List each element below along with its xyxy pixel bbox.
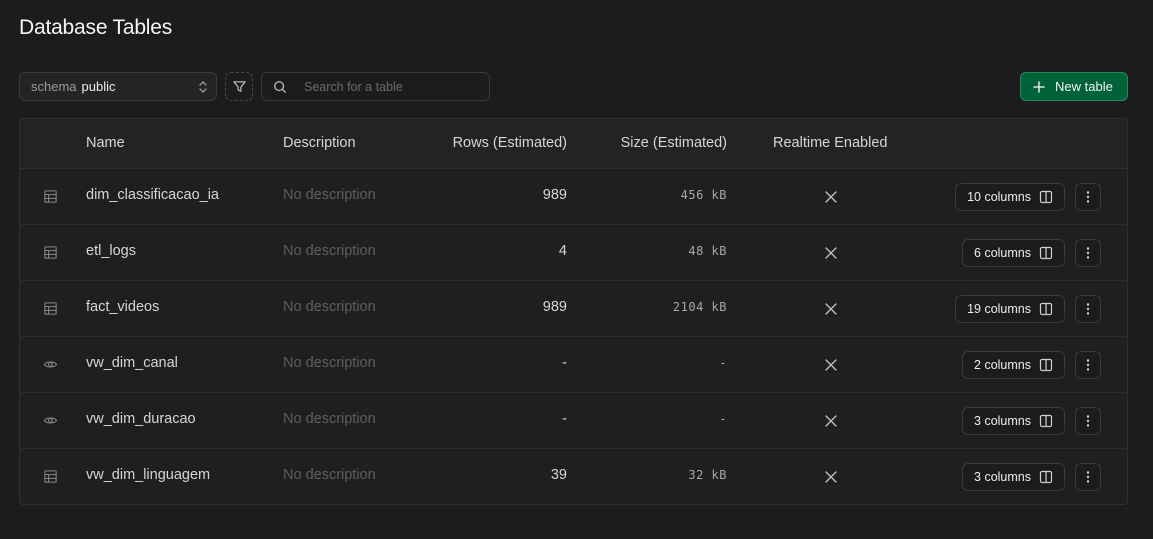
search-icon <box>274 80 286 93</box>
more-vertical-icon <box>1086 358 1090 372</box>
more-vertical-icon <box>1086 470 1090 484</box>
columns-count: 6 columns <box>974 246 1031 260</box>
schema-value: public <box>81 79 116 94</box>
table-row[interactable]: fact_videos No description 989 2104 kB 1… <box>20 281 1127 337</box>
table-size-estimate: 48 kB <box>688 244 727 258</box>
more-actions-button[interactable] <box>1075 351 1101 379</box>
table-rows-estimate: 989 <box>542 187 567 203</box>
columns-count: 3 columns <box>974 414 1031 428</box>
view-columns-button[interactable]: 2 columns <box>962 351 1065 379</box>
table-description: No description <box>283 243 376 259</box>
more-vertical-icon <box>1086 414 1090 428</box>
columns-icon <box>1039 358 1053 372</box>
table-name[interactable]: etl_logs <box>86 243 136 259</box>
search-field[interactable] <box>261 72 490 101</box>
new-table-button[interactable]: New table <box>1020 72 1128 101</box>
table-icon <box>43 189 58 204</box>
view-columns-button[interactable]: 19 columns <box>955 295 1065 323</box>
table-description: No description <box>283 355 376 371</box>
header-realtime[interactable]: Realtime Enabled <box>773 135 887 151</box>
table-description: No description <box>283 411 376 427</box>
more-actions-button[interactable] <box>1075 463 1101 491</box>
table-description: No description <box>283 467 376 483</box>
chevron-up-down-icon <box>199 81 207 93</box>
realtime-disabled-icon <box>824 302 838 316</box>
view-columns-button[interactable]: 6 columns <box>962 239 1065 267</box>
table-row[interactable]: vw_dim_canal No description - - 2 column… <box>20 337 1127 393</box>
filter-icon <box>232 81 246 92</box>
table-rows-estimate: 4 <box>558 243 567 259</box>
columns-icon <box>1039 470 1053 484</box>
columns-count: 19 columns <box>967 302 1031 316</box>
header-rows[interactable]: Rows (Estimated) <box>453 135 567 151</box>
table-description: No description <box>283 299 376 315</box>
columns-icon <box>1039 190 1053 204</box>
table-row[interactable]: dim_classificacao_ia No description 989 … <box>20 169 1127 225</box>
tables-list: Name Description Rows (Estimated) Size (… <box>19 118 1128 505</box>
table-size-estimate: 456 kB <box>680 188 727 202</box>
table-name[interactable]: vw_dim_duracao <box>86 411 196 427</box>
realtime-disabled-icon <box>824 414 838 428</box>
columns-count: 3 columns <box>974 470 1031 484</box>
table-header: Name Description Rows (Estimated) Size (… <box>20 119 1127 169</box>
page-title: Database Tables <box>19 16 173 39</box>
realtime-disabled-icon <box>824 190 838 204</box>
search-input[interactable] <box>304 79 484 94</box>
view-columns-button[interactable]: 3 columns <box>962 407 1065 435</box>
header-description[interactable]: Description <box>283 135 356 151</box>
columns-count: 2 columns <box>974 358 1031 372</box>
view-columns-button[interactable]: 3 columns <box>962 463 1065 491</box>
table-row[interactable]: etl_logs No description 4 48 kB 6 column… <box>20 225 1127 281</box>
realtime-disabled-icon <box>824 470 838 484</box>
more-actions-button[interactable] <box>1075 407 1101 435</box>
columns-icon <box>1039 414 1053 428</box>
table-size-estimate: - <box>719 412 727 426</box>
table-name[interactable]: dim_classificacao_ia <box>86 187 219 203</box>
columns-icon <box>1039 302 1053 316</box>
table-rows-estimate: - <box>562 411 567 427</box>
table-row[interactable]: vw_dim_duracao No description - - 3 colu… <box>20 393 1127 449</box>
table-size-estimate: 32 kB <box>688 468 727 482</box>
table-rows-estimate: 39 <box>550 467 567 483</box>
more-actions-button[interactable] <box>1075 239 1101 267</box>
realtime-disabled-icon <box>824 246 838 260</box>
new-table-label: New table <box>1055 79 1113 94</box>
eye-icon <box>43 357 58 372</box>
header-name[interactable]: Name <box>86 135 125 151</box>
schema-label: schema <box>31 79 77 94</box>
header-size[interactable]: Size (Estimated) <box>621 135 727 151</box>
schema-select[interactable]: schema public <box>19 72 217 101</box>
table-rows-estimate: - <box>562 355 567 371</box>
table-icon <box>43 469 58 484</box>
table-icon <box>43 245 58 260</box>
table-name[interactable]: vw_dim_canal <box>86 355 178 371</box>
more-vertical-icon <box>1086 246 1090 260</box>
more-actions-button[interactable] <box>1075 295 1101 323</box>
more-vertical-icon <box>1086 190 1090 204</box>
table-rows-estimate: 989 <box>542 299 567 315</box>
table-body: dim_classificacao_ia No description 989 … <box>20 169 1127 504</box>
table-name[interactable]: fact_videos <box>86 299 159 315</box>
plus-icon <box>1033 80 1045 93</box>
view-columns-button[interactable]: 10 columns <box>955 183 1065 211</box>
more-vertical-icon <box>1086 302 1090 316</box>
columns-count: 10 columns <box>967 190 1031 204</box>
table-size-estimate: 2104 kB <box>672 300 727 314</box>
eye-icon <box>43 413 58 428</box>
realtime-disabled-icon <box>824 358 838 372</box>
database-tables-page: Database Tables schema public New table <box>0 0 1153 539</box>
table-size-estimate: - <box>719 356 727 370</box>
filter-button[interactable] <box>225 72 253 101</box>
more-actions-button[interactable] <box>1075 183 1101 211</box>
table-name[interactable]: vw_dim_linguagem <box>86 467 210 483</box>
table-description: No description <box>283 187 376 203</box>
table-row[interactable]: vw_dim_linguagem No description 39 32 kB… <box>20 449 1127 504</box>
table-icon <box>43 301 58 316</box>
columns-icon <box>1039 246 1053 260</box>
toolbar: schema public New table <box>19 72 1128 101</box>
